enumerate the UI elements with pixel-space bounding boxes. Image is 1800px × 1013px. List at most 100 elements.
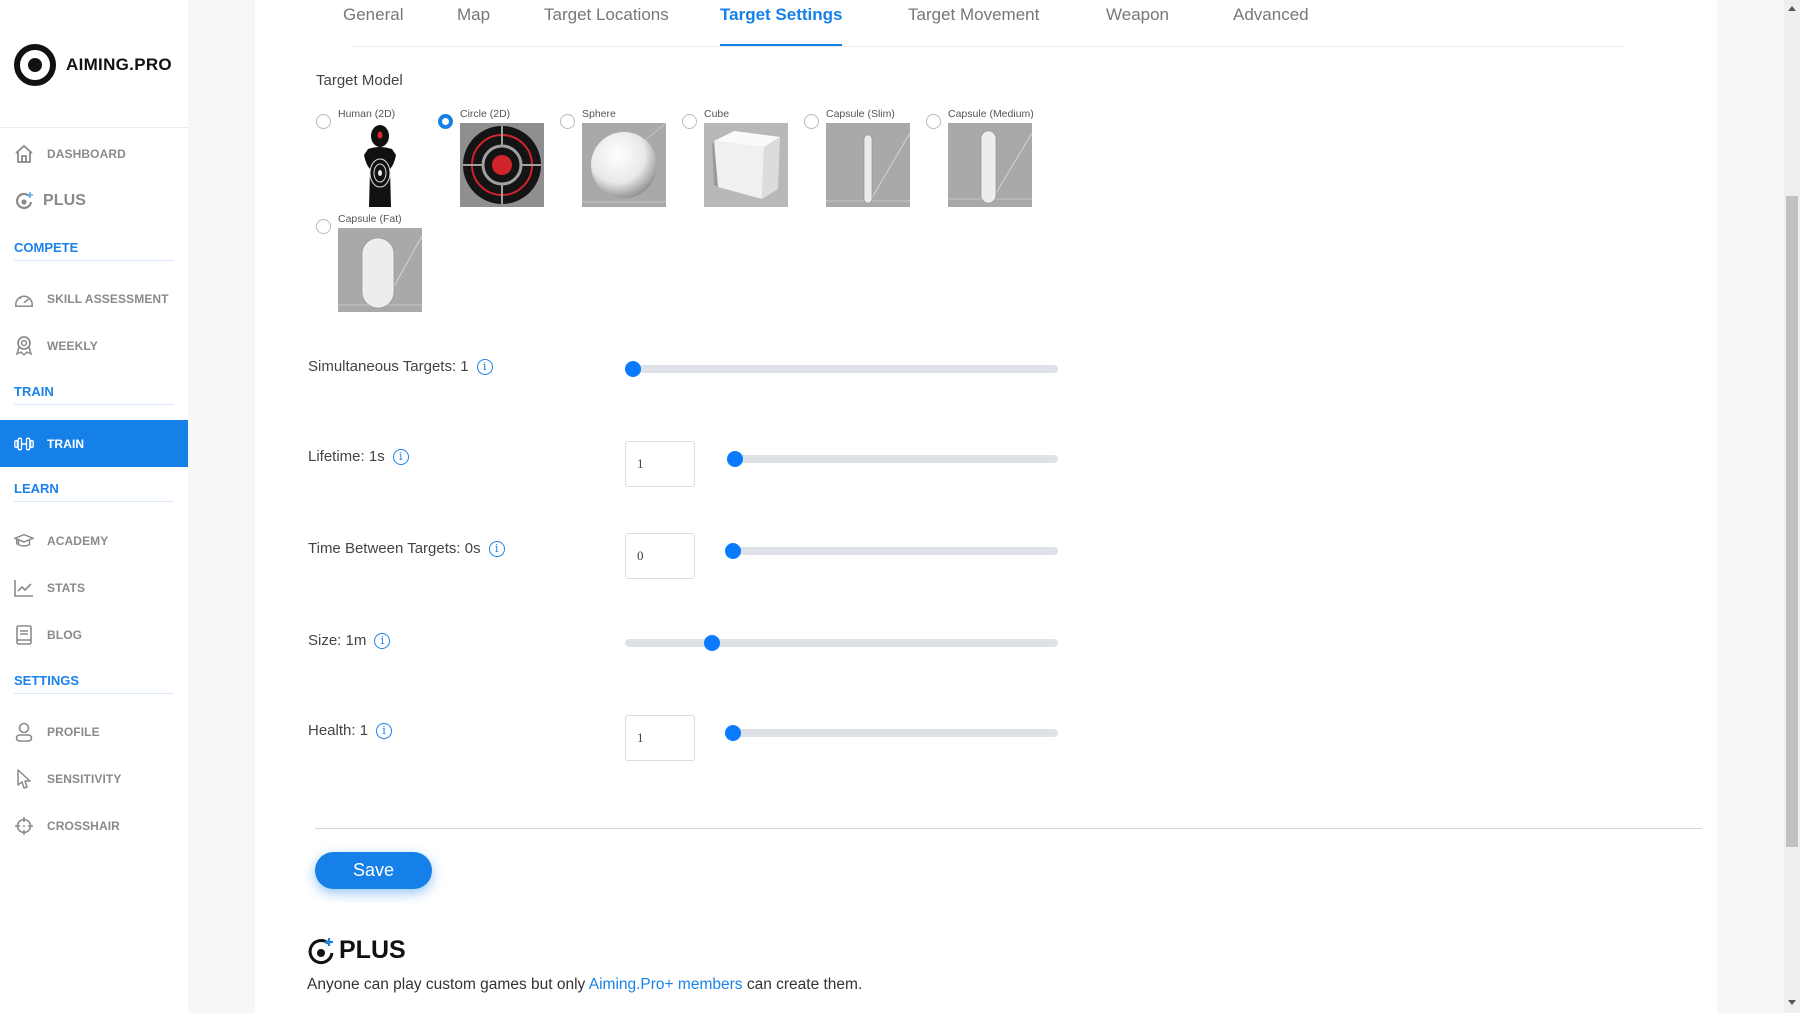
capsule-medium-image	[948, 123, 1032, 207]
model-label: Circle (2D)	[460, 108, 511, 120]
bullseye-image	[460, 123, 544, 207]
info-icon[interactable]: i	[476, 358, 493, 375]
graduation-cap-icon	[14, 531, 34, 551]
gauge-icon	[14, 289, 34, 309]
tab-advanced[interactable]: Advanced	[1233, 4, 1309, 46]
sidebar-item-weekly[interactable]: WEEKLY	[0, 326, 188, 366]
size-label: Size: 1m i	[308, 632, 391, 649]
target-model-label: Target Model	[316, 72, 403, 89]
sidebar-item-train[interactable]: TRAIN	[0, 420, 188, 467]
radio-capsule-medium[interactable]	[926, 114, 941, 129]
slider-thumb[interactable]	[625, 361, 641, 377]
home-icon	[14, 144, 34, 164]
tab-target-settings[interactable]: Target Settings	[720, 4, 843, 46]
cube-image	[704, 123, 788, 207]
section-compete: COMPETE	[14, 240, 174, 261]
info-icon[interactable]: i	[374, 632, 391, 649]
model-option-sphere[interactable]: Sphere	[560, 108, 680, 208]
sidebar-item-label: TRAIN	[47, 436, 85, 451]
settings-card: General Map Target Locations Target Sett…	[255, 0, 1717, 1013]
sidebar-item-blog[interactable]: BLOG	[0, 615, 188, 655]
time-between-targets-input[interactable]	[625, 533, 695, 579]
sidebar-item-label: DASHBOARD	[47, 147, 126, 161]
tab-general[interactable]: General	[343, 4, 403, 46]
sidebar-item-label: SENSITIVITY	[47, 772, 122, 786]
slider-thumb[interactable]	[727, 451, 743, 467]
save-button[interactable]: Save	[315, 852, 432, 889]
logo[interactable]: AIMING.PRO	[14, 44, 172, 86]
section-settings: SETTINGS	[14, 673, 174, 694]
chart-line-icon	[14, 578, 34, 598]
info-icon[interactable]: i	[488, 540, 505, 557]
tab-map[interactable]: Map	[457, 4, 490, 46]
health-slider[interactable]	[725, 725, 1058, 741]
logo-text: AIMING.PRO	[66, 55, 172, 74]
slider-thumb[interactable]	[725, 725, 741, 741]
radio-circle-2d[interactable]	[438, 114, 453, 129]
sidebar-item-plus[interactable]: PLUS	[0, 181, 188, 221]
model-option-human-2d[interactable]: Human (2D)	[316, 108, 436, 208]
radio-capsule-fat[interactable]	[316, 219, 331, 234]
time-between-targets-text: Time Between Targets: 0s	[308, 540, 481, 557]
scroll-up-arrow-icon[interactable]	[1788, 6, 1796, 11]
sidebar-item-label: WEEKLY	[47, 339, 98, 353]
model-option-circle-2d[interactable]: Circle (2D)	[438, 108, 558, 208]
health-input[interactable]	[625, 715, 695, 761]
crosshair-icon	[14, 816, 34, 836]
radio-sphere[interactable]	[560, 114, 575, 129]
sidebar-item-dashboard[interactable]: DASHBOARD	[0, 134, 188, 174]
user-icon	[14, 722, 34, 742]
tab-bar: General Map Target Locations Target Sett…	[255, 0, 1717, 47]
book-icon	[14, 625, 34, 645]
sidebar-item-label: PROFILE	[47, 725, 100, 739]
simultaneous-targets-slider[interactable]	[625, 361, 1058, 377]
sidebar-item-academy[interactable]: ACADEMY	[0, 521, 188, 561]
model-label: Capsule (Medium)	[948, 108, 1034, 120]
radio-cube[interactable]	[682, 114, 697, 129]
size-slider[interactable]	[625, 635, 1058, 651]
sidebar-item-label: BLOG	[47, 628, 83, 642]
radio-capsule-slim[interactable]	[804, 114, 819, 129]
model-option-capsule-slim[interactable]: Capsule (Slim)	[804, 108, 924, 208]
model-label: Human (2D)	[338, 108, 396, 120]
model-option-cube[interactable]: Cube	[682, 108, 802, 208]
sidebar-item-sensitivity[interactable]: SENSITIVITY	[0, 759, 188, 799]
award-icon	[14, 336, 34, 356]
model-label: Capsule (Slim)	[826, 108, 895, 120]
sphere-image	[582, 123, 666, 207]
sidebar: AIMING.PRO DASHBOARD PLUS COMPETE SKILL …	[0, 0, 188, 1013]
promo-text-end: can create them.	[742, 976, 863, 993]
page-scrollbar[interactable]	[1784, 0, 1800, 1013]
section-learn: LEARN	[14, 481, 174, 502]
info-icon[interactable]: i	[392, 448, 409, 465]
model-label: Sphere	[582, 108, 616, 120]
tab-target-locations[interactable]: Target Locations	[544, 4, 669, 46]
time-between-targets-label: Time Between Targets: 0s i	[308, 540, 505, 557]
capsule-fat-image	[338, 228, 422, 312]
human-silhouette-image	[338, 123, 422, 207]
model-label: Cube	[704, 108, 730, 120]
radio-human-2d[interactable]	[316, 114, 331, 129]
sidebar-item-crosshair[interactable]: CROSSHAIR	[0, 806, 188, 846]
scroll-down-arrow-icon[interactable]	[1788, 1000, 1796, 1005]
tab-target-movement[interactable]: Target Movement	[908, 4, 1039, 46]
info-icon[interactable]: i	[376, 722, 393, 739]
sidebar-item-skill-assessment[interactable]: SKILL ASSESSMENT	[0, 279, 188, 319]
slider-thumb[interactable]	[704, 635, 721, 651]
sidebar-item-stats[interactable]: STATS	[0, 568, 188, 608]
health-text: Health: 1	[308, 722, 369, 739]
scrollbar-thumb[interactable]	[1786, 196, 1798, 847]
time-between-targets-slider[interactable]	[725, 543, 1058, 559]
plus-members-link[interactable]: Aiming.Pro+ members	[589, 976, 743, 993]
logo-target-icon	[14, 44, 56, 86]
sidebar-item-profile[interactable]: PROFILE	[0, 712, 188, 752]
model-option-capsule-medium[interactable]: Capsule (Medium)	[926, 108, 1046, 208]
tab-weapon[interactable]: Weapon	[1106, 4, 1169, 46]
model-option-capsule-fat[interactable]: Capsule (Fat)	[316, 213, 436, 313]
lifetime-slider[interactable]	[727, 451, 1058, 467]
lifetime-input[interactable]	[625, 441, 695, 487]
slider-thumb[interactable]	[725, 543, 741, 559]
sidebar-item-label: STATS	[47, 581, 86, 595]
sidebar-item-label: PLUS	[43, 192, 87, 209]
capsule-slim-image	[826, 123, 910, 207]
